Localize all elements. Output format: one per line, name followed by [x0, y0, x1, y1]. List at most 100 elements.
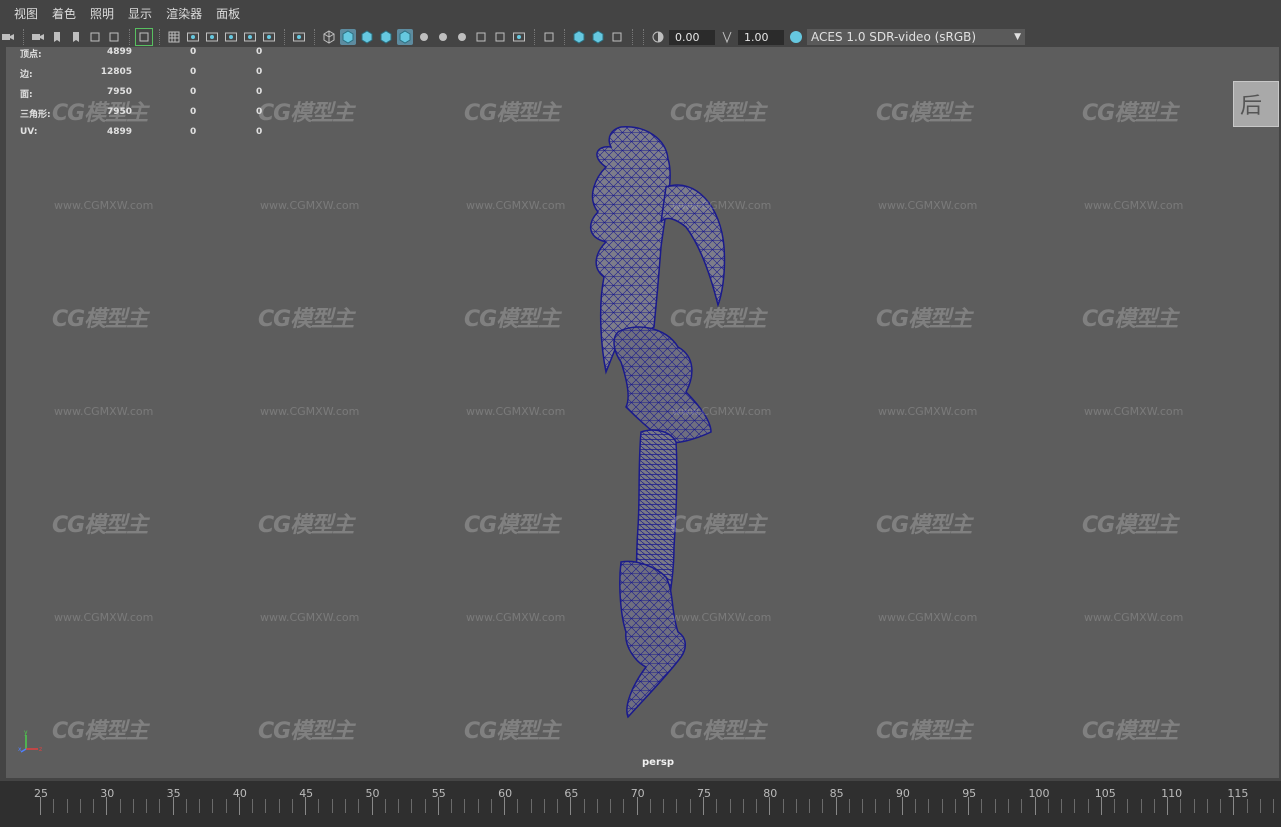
toolbar-separator	[159, 29, 162, 45]
default-material-icon[interactable]	[359, 29, 375, 45]
timeline-tick-label: 35	[166, 787, 181, 800]
bookmark-icon[interactable]	[49, 29, 65, 45]
isolate-select-icon[interactable]	[541, 29, 557, 45]
film-gate-icon[interactable]	[185, 29, 201, 45]
textured-icon[interactable]	[397, 29, 413, 45]
toolbar-separator	[23, 29, 26, 45]
toolbar-separator	[314, 29, 317, 45]
menu-item-2[interactable]: 照明	[90, 5, 114, 22]
timeline-tick	[437, 797, 439, 815]
timeline-tick	[1220, 799, 1222, 813]
gamma-field[interactable]: 1.00	[738, 29, 784, 45]
timeline-tick	[172, 797, 174, 815]
menu-item-3[interactable]: 显示	[128, 5, 152, 22]
menu-item-0[interactable]: 视图	[14, 5, 38, 22]
hud-v2: 0	[190, 87, 197, 97]
xray-icon[interactable]	[378, 29, 394, 45]
hud-v1: 7950	[106, 107, 132, 117]
menu-item-5[interactable]: 面板	[216, 5, 240, 22]
timeline-tick	[756, 799, 758, 813]
hud-v3: 0	[256, 87, 263, 97]
field-chart-icon[interactable]	[242, 29, 258, 45]
exposure-icon[interactable]	[650, 29, 666, 45]
timeline-tick	[689, 799, 691, 813]
hud-label: 面:	[20, 90, 33, 100]
camera-icon[interactable]	[0, 29, 16, 45]
smooth-shade-icon[interactable]	[340, 29, 356, 45]
timeline-tick	[716, 799, 718, 813]
motion-blur-icon[interactable]	[473, 29, 489, 45]
panel-toolbar: 0.00 1.00 ACES 1.0 SDR-video (sRGB) ▼	[0, 27, 1281, 47]
antialias-icon[interactable]	[492, 29, 508, 45]
timeline-tick	[981, 799, 983, 813]
timeline-tick	[809, 799, 811, 813]
toolbar-separator	[632, 29, 635, 45]
xray-joints-icon[interactable]	[571, 29, 587, 45]
timeline-tick-label: 75	[697, 787, 711, 800]
timeline-tick	[1007, 799, 1009, 813]
timeline-tick	[795, 799, 797, 813]
bookmark-add-icon[interactable]	[68, 29, 84, 45]
2d-pan-icon[interactable]	[106, 29, 122, 45]
timeline-tick	[53, 799, 55, 813]
toolbar-separator	[534, 29, 537, 45]
safe-action-icon[interactable]	[261, 29, 277, 45]
timeline-tick	[769, 797, 771, 815]
camera-attr-icon[interactable]	[30, 29, 46, 45]
timeline-tick	[331, 799, 333, 813]
timeline-tick	[451, 799, 453, 813]
timeline-tick	[1153, 799, 1155, 813]
gate-mask-icon[interactable]	[223, 29, 239, 45]
view-cube-face-label: 后	[1240, 94, 1263, 119]
wireframe-icon[interactable]	[321, 29, 337, 45]
xray-active-icon[interactable]	[590, 29, 606, 45]
timeline-tick	[649, 799, 651, 813]
view-cube[interactable]: 后	[1233, 81, 1279, 127]
menu-item-1[interactable]: 着色	[52, 5, 76, 22]
shadows-icon[interactable]	[435, 29, 451, 45]
safe-title-icon[interactable]	[291, 29, 307, 45]
hud-v1: 4899	[106, 127, 132, 137]
depth-of-field-icon[interactable]	[511, 29, 527, 45]
timeline-tick	[636, 797, 638, 815]
timeline-tick	[1061, 799, 1063, 813]
timeline-tick	[93, 799, 95, 813]
timeline-tick	[212, 799, 214, 813]
timeline-tick	[517, 799, 519, 813]
viewport-persp[interactable]: CG模型主 CG模型主 CG模型主 CG模型主 CG模型主 CG模型主 CG模型主 CG模型主…	[6, 47, 1279, 778]
grid-icon[interactable]	[166, 29, 182, 45]
timeline-tick	[862, 799, 864, 813]
hud-v1: 7950	[106, 87, 132, 97]
timeline-tick	[119, 799, 121, 813]
exposure-field[interactable]: 0.00	[669, 29, 715, 45]
timeline-tick	[278, 799, 280, 813]
color-management-icon[interactable]	[788, 29, 804, 45]
toolbar-separator	[564, 29, 567, 45]
timeline-tick	[490, 799, 492, 813]
timeline-tick	[477, 799, 479, 813]
lights-icon[interactable]	[416, 29, 432, 45]
resolution-gate-icon[interactable]	[204, 29, 220, 45]
view-transform-dropdown[interactable]: ACES 1.0 SDR-video (sRGB) ▼	[807, 29, 1025, 45]
chevron-down-icon: ▼	[1014, 32, 1021, 42]
timeline-tick	[146, 799, 148, 813]
timeline-tick	[411, 799, 413, 813]
timeline-tick	[265, 799, 267, 813]
menu-item-4[interactable]: 渲染器	[166, 5, 202, 22]
backface-icon[interactable]	[609, 29, 625, 45]
timeline-tick	[199, 799, 201, 813]
timeline-tick	[822, 799, 824, 813]
image-plane-icon[interactable]	[87, 29, 103, 45]
timeline-tick	[623, 799, 625, 813]
time-slider[interactable]: 25 30 35 40 45 50 55 60 65 70 75 80 85 90 95 100 105 110 1…	[0, 781, 1281, 827]
hud-v2: 0	[190, 107, 197, 117]
timeline-tick	[543, 799, 545, 813]
timeline-tick	[1100, 797, 1102, 815]
timeline-tick	[663, 799, 665, 813]
ambient-occlusion-icon[interactable]	[454, 29, 470, 45]
timeline-tick-label: 45	[299, 787, 314, 800]
timeline-tick	[318, 799, 320, 813]
grease-pencil-icon[interactable]	[135, 28, 153, 46]
gamma-icon[interactable]	[719, 29, 735, 45]
timeline-tick	[344, 799, 346, 813]
